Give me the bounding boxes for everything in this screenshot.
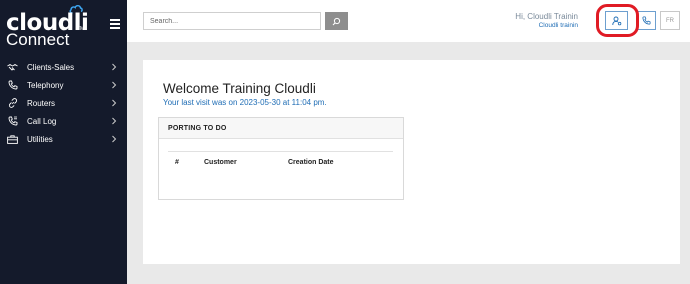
sidebar-item-telephony[interactable]: Telephony bbox=[0, 76, 127, 94]
chevron-right-icon bbox=[112, 81, 117, 89]
chevron-right-icon bbox=[112, 99, 117, 107]
dashboard-card: Welcome Training Cloudli Your last visit… bbox=[143, 60, 680, 264]
language-toggle-button[interactable]: FR bbox=[660, 11, 680, 30]
last-visit-text: Your last visit was on 2023-05-30 at 11:… bbox=[163, 98, 327, 107]
sidebar-item-label: Utilities bbox=[27, 134, 53, 144]
link-icon bbox=[7, 98, 18, 109]
sidebar: cloudli TM Connect Clients-Sales Telepho… bbox=[0, 0, 127, 284]
chevron-right-icon bbox=[112, 117, 117, 125]
sidebar-item-utilities[interactable]: Utilities bbox=[0, 130, 127, 148]
column-header-customer[interactable]: Customer bbox=[204, 159, 237, 166]
sidebar-item-label: Routers bbox=[27, 98, 56, 108]
phone-button[interactable] bbox=[636, 11, 656, 30]
top-bar: Hi, Cloudli Trainin Cloudli trainin FR bbox=[127, 0, 690, 42]
sidebar-item-label: Clients-Sales bbox=[27, 62, 75, 72]
search-input[interactable] bbox=[143, 12, 321, 30]
phone-icon bbox=[7, 80, 18, 91]
handshake-icon bbox=[7, 62, 18, 73]
search-icon bbox=[332, 17, 341, 25]
annotation-highlight-ring bbox=[596, 4, 639, 37]
sidebar-item-label: Call Log bbox=[27, 116, 57, 126]
column-header-creation-date[interactable]: Creation Date bbox=[288, 159, 334, 166]
porting-table: # Customer Creation Date bbox=[168, 151, 393, 166]
chevron-right-icon bbox=[112, 63, 117, 71]
briefcase-icon bbox=[7, 134, 18, 145]
chevron-right-icon bbox=[112, 135, 117, 143]
menu-toggle-icon[interactable] bbox=[110, 19, 120, 29]
panel-title: PORTING TO DO bbox=[159, 118, 403, 139]
porting-panel: PORTING TO DO # Customer Creation Date bbox=[158, 117, 404, 200]
search-button[interactable] bbox=[325, 12, 348, 30]
sidebar-item-label: Telephony bbox=[27, 80, 64, 90]
account-link[interactable]: Cloudli trainin bbox=[539, 22, 578, 29]
sidebar-item-routers[interactable]: Routers bbox=[0, 94, 127, 112]
column-header-number[interactable]: # bbox=[175, 159, 179, 166]
sidebar-item-clients-sales[interactable]: Clients-Sales bbox=[0, 58, 127, 76]
page-title: Welcome Training Cloudli bbox=[163, 81, 316, 96]
sidebar-item-call-log[interactable]: Call Log bbox=[0, 112, 127, 130]
brand-logo[interactable]: cloudli TM Connect bbox=[6, 4, 106, 49]
phone-log-icon bbox=[7, 116, 18, 127]
sidebar-nav: Clients-Sales Telephony Routers Call Log bbox=[0, 58, 127, 148]
brand-product: Connect bbox=[6, 30, 70, 49]
phone-icon bbox=[641, 16, 651, 25]
user-greeting: Hi, Cloudli Trainin bbox=[515, 12, 578, 21]
brand-trademark: TM bbox=[77, 26, 85, 32]
